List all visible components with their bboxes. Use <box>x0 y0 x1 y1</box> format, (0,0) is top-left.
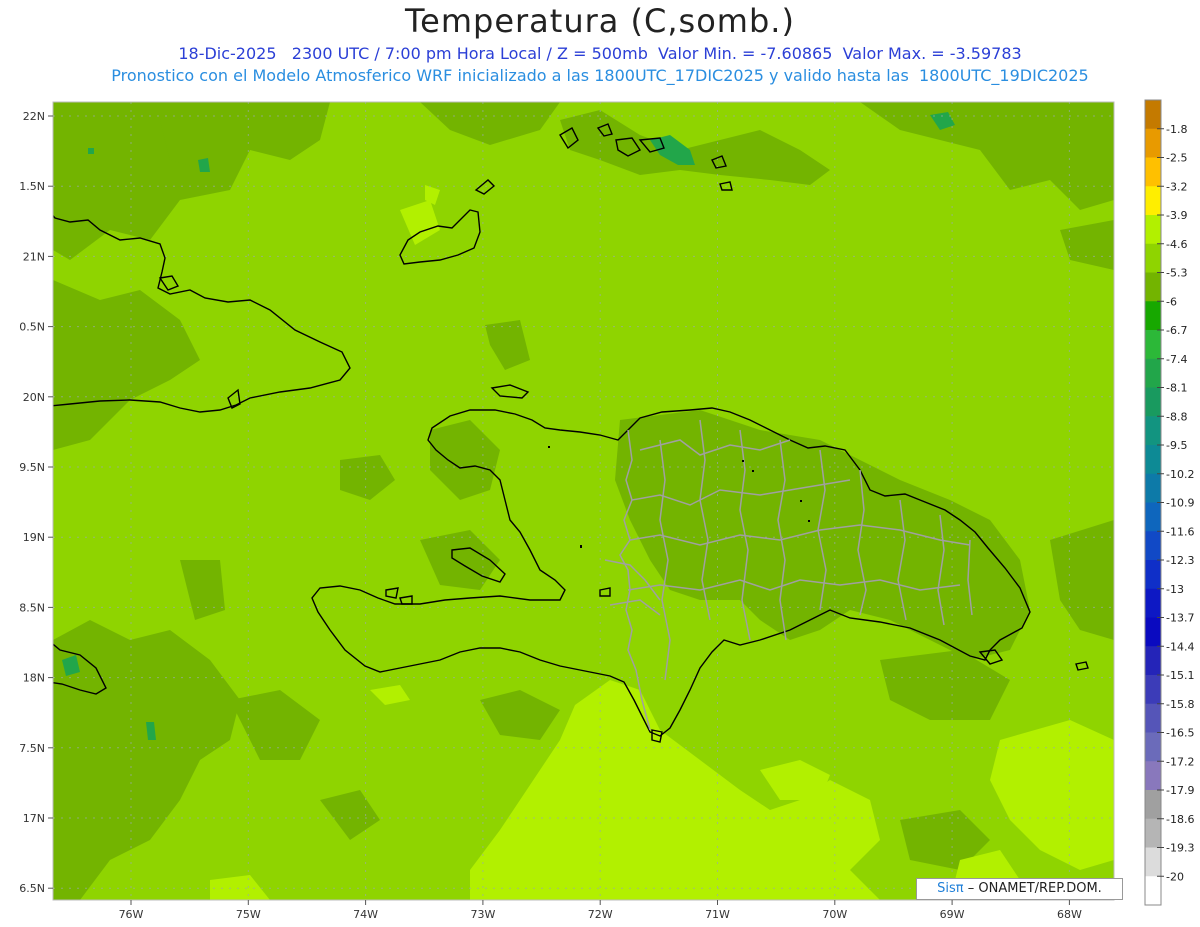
colorbar-label: -13.7 <box>1166 612 1194 625</box>
lat-label: 1.5N <box>19 180 45 193</box>
colorbar-swatch <box>1145 675 1161 705</box>
colorbar-swatch <box>1145 790 1161 820</box>
colorbar-label: -1.8 <box>1166 123 1187 136</box>
latitude-axis: 22N 1.5N 21N 0.5N 20N 9.5N 19N 8.5N 18N 7.5N 17N 6.… <box>19 110 53 895</box>
lat-label: 18N <box>23 672 45 685</box>
colorbar-swatch <box>1145 876 1161 906</box>
colorbar-label: -12.3 <box>1166 554 1194 567</box>
colorbar-swatch <box>1145 617 1161 647</box>
lon-label: 72W <box>588 908 613 921</box>
credit-text: – ONAMET/REP.DOM. <box>967 881 1102 896</box>
colorbar-label: -7.4 <box>1166 353 1187 366</box>
colorbar-swatch <box>1145 416 1161 446</box>
colorbar-label: -2.5 <box>1166 152 1187 165</box>
brand-logo: Sisπ <box>937 881 964 896</box>
colorbar-swatch <box>1145 128 1161 158</box>
colorbar-label: -19.3 <box>1166 842 1194 855</box>
colorbar-swatch <box>1145 215 1161 245</box>
colorbar-swatch <box>1145 387 1161 417</box>
temperature-field <box>53 102 1114 900</box>
colorbar-label: -17.9 <box>1166 784 1194 797</box>
lon-label: 76W <box>119 908 144 921</box>
colorbar-swatch <box>1145 272 1161 302</box>
colorbar-label: -20 <box>1166 870 1184 883</box>
colorbar-swatch <box>1145 531 1161 561</box>
lat-label: 19N <box>23 531 45 544</box>
colorbar-swatch <box>1145 445 1161 475</box>
colorbar-swatch <box>1145 186 1161 216</box>
colorbar-label: -13 <box>1166 583 1184 596</box>
colorbar-swatch <box>1145 818 1161 848</box>
lon-label: 68W <box>1057 908 1082 921</box>
colorbar-swatch <box>1145 703 1161 733</box>
lat-label: 21N <box>23 250 45 263</box>
colorbar-swatch <box>1145 847 1161 877</box>
lat-label: 6.5N <box>19 882 45 895</box>
colorbar-label: -15.8 <box>1166 698 1194 711</box>
colorbar-label: -9.5 <box>1166 439 1187 452</box>
colorbar-label: -18.6 <box>1166 813 1194 826</box>
colorbar-label: -10.9 <box>1166 497 1194 510</box>
colorbar-label: -11.6 <box>1166 525 1194 538</box>
lat-label: 9.5N <box>19 461 45 474</box>
colorbar-label: -17.2 <box>1166 755 1194 768</box>
colorbar-label: -5.3 <box>1166 267 1187 280</box>
lat-label: 20N <box>23 391 45 404</box>
colorbar-swatch <box>1145 243 1161 273</box>
colorbar-swatch <box>1145 157 1161 187</box>
colorbar-swatch <box>1145 761 1161 791</box>
lon-label: 75W <box>236 908 261 921</box>
colorbar-label: -6 <box>1166 295 1177 308</box>
colorbar-label: -6.7 <box>1166 324 1187 337</box>
colorbar-label: -3.2 <box>1166 180 1187 193</box>
colorbar-label: -4.6 <box>1166 238 1187 251</box>
lon-label: 74W <box>353 908 378 921</box>
colorbar-label: -3.9 <box>1166 209 1187 222</box>
lat-label: 7.5N <box>19 742 45 755</box>
longitude-axis: 76W 75W 74W 73W 72W 71W 70W 69W 68W <box>119 900 1082 921</box>
lat-label: 17N <box>23 812 45 825</box>
lon-label: 71W <box>705 908 730 921</box>
colorbar-label: -16.5 <box>1166 727 1194 740</box>
colorbar-label: -8.8 <box>1166 410 1187 423</box>
lon-label: 73W <box>470 908 495 921</box>
colorbar-swatch <box>1145 358 1161 388</box>
colorbar-label: -14.4 <box>1166 640 1194 653</box>
colorbar-swatch <box>1145 330 1161 360</box>
credit-box: Sisπ – ONAMET/REP.DOM. <box>916 878 1123 900</box>
colorbar-label: -15.1 <box>1166 669 1194 682</box>
colorbar-swatch <box>1145 473 1161 503</box>
colorbar-swatch <box>1145 301 1161 331</box>
colorbar-swatch <box>1145 502 1161 532</box>
map-figure: 22N 1.5N 21N 0.5N 20N 9.5N 19N 8.5N 18N 7.5N 17N 6.… <box>19 99 1194 921</box>
colorbar-swatch <box>1145 560 1161 590</box>
lon-label: 70W <box>822 908 847 921</box>
colorbar-swatch <box>1145 100 1161 130</box>
colorbar-swatch <box>1145 588 1161 618</box>
colorbar-swatch <box>1145 646 1161 676</box>
lat-label: 8.5N <box>19 601 45 614</box>
lat-label: 0.5N <box>19 321 45 334</box>
colorbar-label: -8.1 <box>1166 382 1187 395</box>
lat-label: 22N <box>23 110 45 123</box>
colorbar: -1.8 -2.5 -3.2 -3.9 -4.6 -5.3 -6 -6.7 -7.4 -8.1 -8… <box>1144 99 1194 906</box>
colorbar-swatch <box>1145 732 1161 762</box>
lon-label: 69W <box>940 908 965 921</box>
colorbar-label: -10.2 <box>1166 468 1194 481</box>
